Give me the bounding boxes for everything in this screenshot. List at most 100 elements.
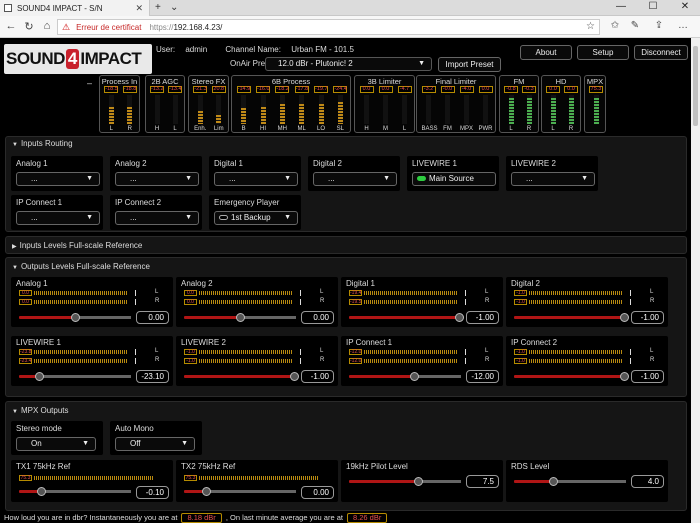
setup-button[interactable]: Setup: [577, 45, 629, 60]
about-button[interactable]: About: [520, 45, 572, 60]
tab-list-chevron-icon[interactable]: ⌄: [170, 2, 178, 13]
meter-fill: [508, 98, 514, 124]
vu-marker: [630, 299, 631, 305]
window-close-icon[interactable]: ✕: [672, 1, 698, 12]
onair-preset-select[interactable]: 12.0 dBr - Plutonic! 2 ▼: [265, 57, 432, 71]
output-card-analog-1: Analog 1 0.0 L 0.0 R 0.00: [11, 277, 173, 327]
reading-list-icon[interactable]: ✎: [628, 20, 642, 31]
share-icon[interactable]: ⇪: [652, 20, 666, 31]
level-slider[interactable]: [514, 372, 629, 381]
slider-thumb[interactable]: [202, 487, 212, 496]
level-value-input[interactable]: 7.5: [466, 475, 499, 488]
page-scrollbar[interactable]: [691, 38, 700, 523]
slider-thumb[interactable]: [289, 372, 299, 381]
mpx-outputs-header[interactable]: ▼ MPX Outputs: [6, 404, 686, 418]
input-source-select[interactable]: ... ▼: [313, 172, 397, 186]
back-icon[interactable]: ←: [4, 20, 18, 32]
level-slider[interactable]: [349, 477, 461, 486]
meter-group-3b-limiter: 3B Limiter 0.0 H 0.0 M -4.7 L: [354, 75, 415, 133]
slider-thumb[interactable]: [236, 313, 245, 322]
new-tab-icon[interactable]: +: [155, 2, 161, 13]
slider-thumb[interactable]: [409, 372, 419, 381]
level-value-input[interactable]: 0.00: [301, 311, 334, 324]
address-bar-row: ← ↻ ⌂ ⚠ Erreur de certificat https://192…: [0, 16, 700, 38]
input-source-select[interactable]: 1st Backup ▼: [214, 211, 298, 225]
input-source-select[interactable]: ... ▼: [16, 211, 100, 225]
meter-value: 0.0: [564, 86, 578, 93]
input-source-select[interactable]: ... ▼: [115, 172, 199, 186]
favorites-bar-icon[interactable]: ✩: [608, 20, 622, 31]
slider-thumb[interactable]: [414, 477, 424, 486]
meter-bar: [568, 95, 574, 124]
level-slider[interactable]: [19, 372, 131, 381]
tab-title: SOUND4 IMPACT - S/N: [17, 3, 103, 13]
level-slider[interactable]: [184, 487, 296, 496]
level-value-input[interactable]: -23.10: [136, 370, 169, 383]
input-source-select[interactable]: ... ▼: [16, 172, 100, 186]
level-slider[interactable]: [349, 372, 461, 381]
page-favicon-icon: [4, 4, 12, 12]
slider-thumb[interactable]: [619, 313, 629, 322]
input-card-label: LIVEWIRE 2: [511, 159, 556, 168]
stereo-mode-select[interactable]: On ▼: [16, 437, 96, 451]
level-value-input[interactable]: -1.00: [631, 311, 664, 324]
level-value-input[interactable]: 0.00: [301, 486, 334, 499]
slider-thumb[interactable]: [71, 313, 80, 322]
meter-bar: [364, 95, 369, 124]
meter-bar: [464, 95, 469, 124]
import-preset-button[interactable]: Import Preset: [438, 57, 501, 72]
input-source-select[interactable]: ... ▼: [214, 172, 298, 186]
certificate-error[interactable]: Erreur de certificat: [76, 23, 141, 32]
more-menu-icon[interactable]: …: [676, 20, 690, 31]
level-slider[interactable]: [184, 372, 299, 381]
slider-thumb[interactable]: [549, 477, 559, 486]
input-card-emergency-player: Emergency Player 1st Backup ▼: [209, 195, 301, 230]
input-source-select[interactable]: Main Source: [412, 172, 496, 186]
scrollbar-thumb[interactable]: [693, 46, 698, 126]
close-tab-icon[interactable]: ✕: [135, 3, 143, 14]
meter-label: L: [402, 126, 407, 132]
meter-fill: [318, 104, 324, 124]
auto-mono-select[interactable]: Off ▼: [115, 437, 195, 451]
level-value-input[interactable]: -12.00: [466, 370, 499, 383]
slider-thumb[interactable]: [619, 372, 629, 381]
disconnect-button[interactable]: Disconnect: [634, 45, 688, 60]
level-value-input[interactable]: 4.0: [631, 475, 664, 488]
level-value-input[interactable]: 0.00: [136, 311, 169, 324]
input-source-select[interactable]: ... ▼: [115, 211, 199, 225]
slider-thumb[interactable]: [37, 487, 47, 496]
meter-value: -0.0: [440, 86, 455, 93]
minimize-icon[interactable]: —: [608, 1, 634, 12]
refresh-icon[interactable]: ↻: [22, 20, 36, 33]
maximize-icon[interactable]: ☐: [640, 1, 666, 12]
level-slider[interactable]: [349, 313, 464, 322]
level-value-input[interactable]: -1.00: [466, 311, 499, 324]
level-value-input[interactable]: -1.00: [301, 370, 334, 383]
input-source-select[interactable]: ... ▼: [511, 172, 595, 186]
favorite-star-icon[interactable]: ☆: [586, 21, 595, 32]
slider-thumb[interactable]: [35, 372, 45, 381]
meter-bar: [154, 95, 160, 124]
inputs-levels-header[interactable]: ▶ Inputs Levels Full-scale Reference: [6, 239, 686, 253]
level-slider[interactable]: [19, 487, 131, 496]
browser-tab[interactable]: SOUND4 IMPACT - S/N ✕: [0, 0, 150, 16]
meter-fill: [526, 98, 532, 124]
outputs-levels-header[interactable]: ▼ Outputs Levels Full-scale Reference: [6, 260, 686, 274]
meter-label: HI: [260, 126, 266, 132]
level-value-input[interactable]: -0.10: [136, 486, 169, 499]
level-slider[interactable]: [514, 477, 626, 486]
mpx-meter-value: 75.3: [184, 475, 197, 481]
level-slider[interactable]: [19, 313, 131, 322]
chevron-down-icon: ▼: [383, 175, 390, 182]
level-value-input[interactable]: -1.00: [631, 370, 664, 383]
meter-bar: [508, 95, 514, 124]
slider-thumb[interactable]: [454, 313, 464, 322]
url-field[interactable]: ⚠ Erreur de certificat https://192.168.4…: [57, 19, 600, 35]
outputs-levels-panel: ▼ Outputs Levels Full-scale Reference Ana…: [5, 257, 687, 397]
level-slider[interactable]: [514, 313, 629, 322]
auto-mono-label: Auto Mono: [115, 424, 154, 433]
level-slider[interactable]: [184, 313, 296, 322]
input-card-livewire-1: LIVEWIRE 1 Main Source: [407, 156, 499, 191]
inputs-routing-header[interactable]: ▼ Inputs Routing: [6, 137, 686, 151]
home-icon[interactable]: ⌂: [40, 20, 54, 32]
